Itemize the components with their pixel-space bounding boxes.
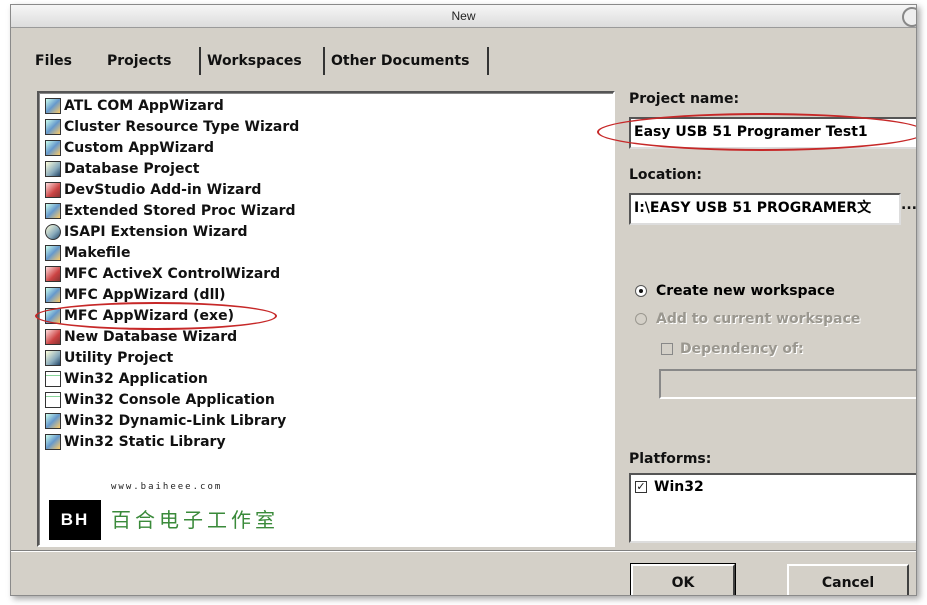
- list-item[interactable]: MFC AppWizard (exe): [45, 305, 234, 326]
- platform-win32[interactable]: ✓ Win32: [635, 479, 704, 495]
- addin-icon: [45, 181, 61, 198]
- custom-wizard-icon: [45, 139, 61, 156]
- add-to-workspace-radio[interactable]: Add to current workspace: [635, 311, 860, 327]
- dll-icon: [45, 412, 61, 429]
- static-lib-icon: [45, 433, 61, 450]
- atl-wizard-icon: [45, 97, 61, 114]
- tab-files[interactable]: Files: [29, 47, 78, 75]
- list-item[interactable]: Extended Stored Proc Wizard: [45, 200, 296, 221]
- list-item[interactable]: Win32 Dynamic-Link Library: [45, 410, 286, 431]
- activex-icon: [45, 265, 61, 282]
- tab-other-documents[interactable]: Other Documents: [325, 47, 489, 75]
- checkbox-icon: [661, 343, 673, 355]
- cluster-wizard-icon: [45, 118, 61, 135]
- browse-button[interactable]: ...: [901, 197, 916, 213]
- database-wizard-icon: [45, 328, 61, 345]
- platforms-list[interactable]: ✓ Win32: [629, 473, 916, 543]
- list-item[interactable]: Database Project: [45, 158, 199, 179]
- ok-button[interactable]: OK: [630, 563, 736, 595]
- list-item[interactable]: Makefile: [45, 242, 130, 263]
- mfc-dll-icon: [45, 286, 61, 303]
- list-item[interactable]: Cluster Resource Type Wizard: [45, 116, 299, 137]
- platforms-label: Platforms:: [629, 451, 712, 467]
- list-item[interactable]: Custom AppWizard: [45, 137, 214, 158]
- cancel-button[interactable]: Cancel: [787, 564, 909, 595]
- list-item[interactable]: MFC ActiveX ControlWizard: [45, 263, 280, 284]
- title-bar[interactable]: New: [11, 5, 916, 28]
- list-item[interactable]: MFC AppWizard (dll): [45, 284, 226, 305]
- utility-icon: [45, 349, 61, 366]
- location-field[interactable]: I:\EASY USB 51 PROGRAMER文: [629, 193, 901, 225]
- win32-app-icon: [45, 370, 61, 387]
- location-label: Location:: [629, 167, 702, 183]
- list-item[interactable]: Win32 Application: [45, 368, 208, 389]
- logo-url: www.baiheee.com: [111, 482, 223, 492]
- project-options: Project name: Easy USB 51 Programer Test…: [597, 79, 916, 543]
- window-control-icon[interactable]: [902, 7, 916, 27]
- mfc-exe-icon: [45, 307, 61, 324]
- database-icon: [45, 160, 61, 177]
- globe-icon: [45, 223, 61, 240]
- project-type-list[interactable]: ATL COM AppWizard Cluster Resource Type …: [35, 91, 615, 547]
- projects-panel: ATL COM AppWizard Cluster Resource Type …: [29, 79, 916, 547]
- create-new-workspace-radio[interactable]: Create new workspace: [635, 283, 835, 299]
- logo-name: 百合电子工作室: [111, 508, 279, 532]
- list-item[interactable]: DevStudio Add-in Wizard: [45, 179, 261, 200]
- list-item[interactable]: New Database Wizard: [45, 326, 237, 347]
- baihe-logo: BH www.baiheee.com 百合电子工作室: [49, 478, 299, 542]
- logo-badge: BH: [49, 500, 101, 540]
- dependency-checkbox[interactable]: Dependency of:: [661, 341, 804, 357]
- tab-workspaces[interactable]: Workspaces: [201, 47, 325, 75]
- project-name-label: Project name:: [629, 91, 740, 107]
- checkmark-icon: ✓: [635, 480, 647, 493]
- divider: [11, 550, 916, 552]
- makefile-icon: [45, 244, 61, 261]
- list-item[interactable]: ATL COM AppWizard: [45, 95, 224, 116]
- tab-projects[interactable]: Projects: [101, 47, 201, 75]
- list-item[interactable]: Utility Project: [45, 347, 173, 368]
- dependency-select[interactable]: [659, 369, 916, 399]
- list-item[interactable]: Win32 Static Library: [45, 431, 226, 452]
- window-title: New: [451, 9, 476, 23]
- list-item[interactable]: ISAPI Extension Wizard: [45, 221, 248, 242]
- project-name-field[interactable]: Easy USB 51 Programer Test1: [629, 117, 916, 149]
- new-dialog: New Files Projects Workspaces Other Docu…: [10, 4, 917, 596]
- radio-selected-icon: [635, 285, 647, 297]
- console-icon: [45, 391, 61, 408]
- radio-empty-icon: [635, 313, 647, 325]
- stored-proc-icon: [45, 202, 61, 219]
- list-item[interactable]: Win32 Console Application: [45, 389, 275, 410]
